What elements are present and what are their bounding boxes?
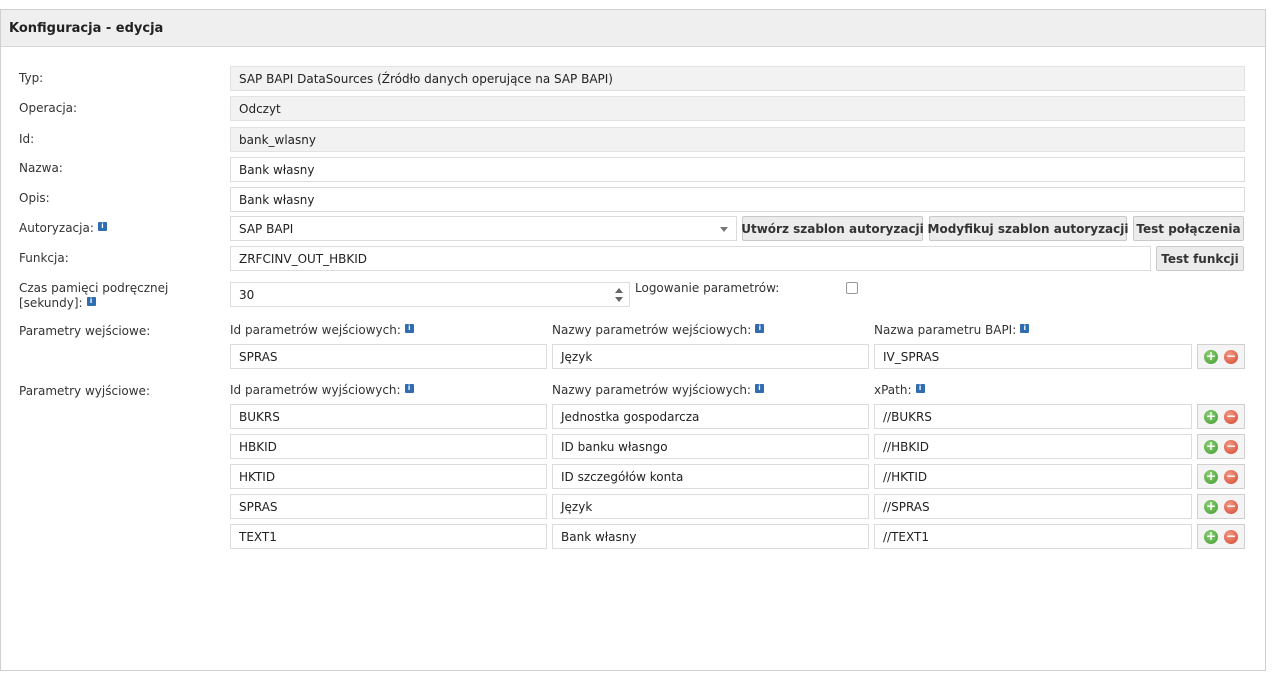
input-row-actions: + − — [1197, 344, 1245, 369]
output-id-header-text: Id parametrów wyjściowych: — [230, 383, 401, 397]
add-row-icon[interactable]: + — [1204, 529, 1218, 544]
output-param-xpath[interactable]: //HBKID — [874, 434, 1192, 459]
output-param-name[interactable]: Jednostka gospodarcza — [552, 404, 869, 429]
output-param-id[interactable]: HKTID — [230, 464, 547, 489]
info-icon[interactable]: i — [1020, 324, 1030, 333]
autoryzacja-select[interactable]: SAP BAPI — [230, 216, 737, 241]
input-param-bapi[interactable]: IV_SPRAS — [874, 344, 1192, 369]
output-name-header-text: Nazwy parametrów wyjściowych: — [552, 383, 751, 397]
output-row-actions: + − — [1197, 404, 1245, 429]
output-param-name[interactable]: ID szczegółów konta — [552, 464, 869, 489]
typ-label: Typ: — [19, 71, 44, 85]
id-field: bank_wlasny — [230, 127, 1245, 152]
output-param-name[interactable]: Język — [552, 494, 869, 519]
output-params-label: Parametry wyjściowe: — [19, 384, 150, 398]
add-row-icon[interactable]: + — [1204, 499, 1218, 514]
input-bapi-header: Nazwa parametru BAPI: i — [874, 323, 1030, 338]
panel-title: Konfiguracja - edycja — [1, 10, 1265, 47]
opis-input[interactable]: Bank własny — [230, 187, 1245, 212]
info-icon[interactable]: i — [97, 222, 107, 231]
cache-time-label-line2: [sekundy]: — [19, 296, 83, 310]
input-id-header: Id parametrów wejściowych: i — [230, 323, 414, 338]
id-label: Id: — [19, 132, 35, 146]
cache-time-stepper[interactable]: 30 — [230, 282, 630, 307]
opis-label: Opis: — [19, 191, 50, 205]
cache-time-label-line1: Czas pamięci podręcznej — [19, 281, 169, 295]
input-name-header: Nazwy parametrów wejściowych: i — [552, 323, 765, 338]
test-connection-button[interactable]: Test połączenia — [1133, 216, 1244, 241]
output-param-name[interactable]: ID banku własngo — [552, 434, 869, 459]
remove-row-icon[interactable]: − — [1224, 349, 1238, 364]
funkcja-label: Funkcja: — [19, 251, 69, 265]
input-name-header-text: Nazwy parametrów wejściowych: — [552, 323, 752, 337]
input-params-label: Parametry wejściowe: — [19, 324, 151, 338]
info-icon[interactable]: i — [755, 324, 765, 333]
output-param-id[interactable]: BUKRS — [230, 404, 547, 429]
output-xpath-header: xPath: i — [874, 383, 925, 398]
chevron-down-icon — [720, 227, 728, 232]
add-row-icon[interactable]: + — [1204, 349, 1218, 364]
autoryzacja-label-text: Autoryzacja: — [19, 221, 94, 235]
logging-checkbox[interactable] — [846, 282, 858, 294]
nazwa-input[interactable]: Bank własny — [230, 157, 1245, 182]
output-param-name[interactable]: Bank własny — [552, 524, 869, 549]
info-icon[interactable]: i — [754, 384, 764, 393]
output-param-id[interactable]: HBKID — [230, 434, 547, 459]
spinner-arrows-icon[interactable] — [615, 287, 623, 303]
add-row-icon[interactable]: + — [1204, 439, 1218, 454]
logging-label: Logowanie parametrów: — [635, 281, 780, 295]
output-id-header: Id parametrów wyjściowych: i — [230, 383, 414, 398]
output-param-id[interactable]: TEXT1 — [230, 524, 547, 549]
output-row-actions: + − — [1197, 464, 1245, 489]
output-param-id[interactable]: SPRAS — [230, 494, 547, 519]
operacja-field: Odczyt — [230, 96, 1245, 121]
nazwa-label: Nazwa: — [19, 161, 63, 175]
typ-field: SAP BAPI DataSources (Źródło danych oper… — [230, 66, 1245, 91]
input-param-id[interactable]: SPRAS — [230, 344, 547, 369]
output-param-xpath[interactable]: //TEXT1 — [874, 524, 1192, 549]
cache-time-label: Czas pamięci podręcznej [sekundy]: i — [19, 281, 168, 311]
test-function-button[interactable]: Test funkcji — [1156, 246, 1244, 271]
output-param-xpath[interactable]: //BUKRS — [874, 404, 1192, 429]
output-row-actions: + − — [1197, 524, 1245, 549]
info-icon[interactable]: i — [404, 384, 414, 393]
output-name-header: Nazwy parametrów wyjściowych: i — [552, 383, 764, 398]
output-xpath-header-text: xPath: — [874, 383, 912, 397]
info-icon[interactable]: i — [404, 324, 414, 333]
modify-auth-template-button[interactable]: Modyfikuj szablon autoryzacji — [928, 216, 1129, 241]
autoryzacja-label: Autoryzacja: i — [19, 221, 107, 236]
create-auth-template-button[interactable]: Utwórz szablon autoryzacji — [741, 216, 924, 241]
cache-time-value: 30 — [239, 287, 255, 302]
input-bapi-header-text: Nazwa parametru BAPI: — [874, 323, 1017, 337]
output-param-xpath[interactable]: //HKTID — [874, 464, 1192, 489]
remove-row-icon[interactable]: − — [1224, 469, 1238, 484]
operacja-label: Operacja: — [19, 101, 78, 115]
output-row-actions: + − — [1197, 494, 1245, 519]
input-id-header-text: Id parametrów wejściowych: — [230, 323, 401, 337]
output-row-actions: + − — [1197, 434, 1245, 459]
remove-row-icon[interactable]: − — [1224, 499, 1238, 514]
add-row-icon[interactable]: + — [1204, 409, 1218, 424]
remove-row-icon[interactable]: − — [1224, 529, 1238, 544]
remove-row-icon[interactable]: − — [1224, 409, 1238, 424]
remove-row-icon[interactable]: − — [1224, 439, 1238, 454]
output-param-xpath[interactable]: //SPRAS — [874, 494, 1192, 519]
funkcja-input[interactable]: ZRFCINV_OUT_HBKID — [230, 246, 1151, 271]
add-row-icon[interactable]: + — [1204, 469, 1218, 484]
input-param-name[interactable]: Język — [552, 344, 869, 369]
info-icon[interactable]: i — [86, 297, 96, 306]
info-icon[interactable]: i — [915, 384, 925, 393]
autoryzacja-value: SAP BAPI — [239, 221, 294, 236]
